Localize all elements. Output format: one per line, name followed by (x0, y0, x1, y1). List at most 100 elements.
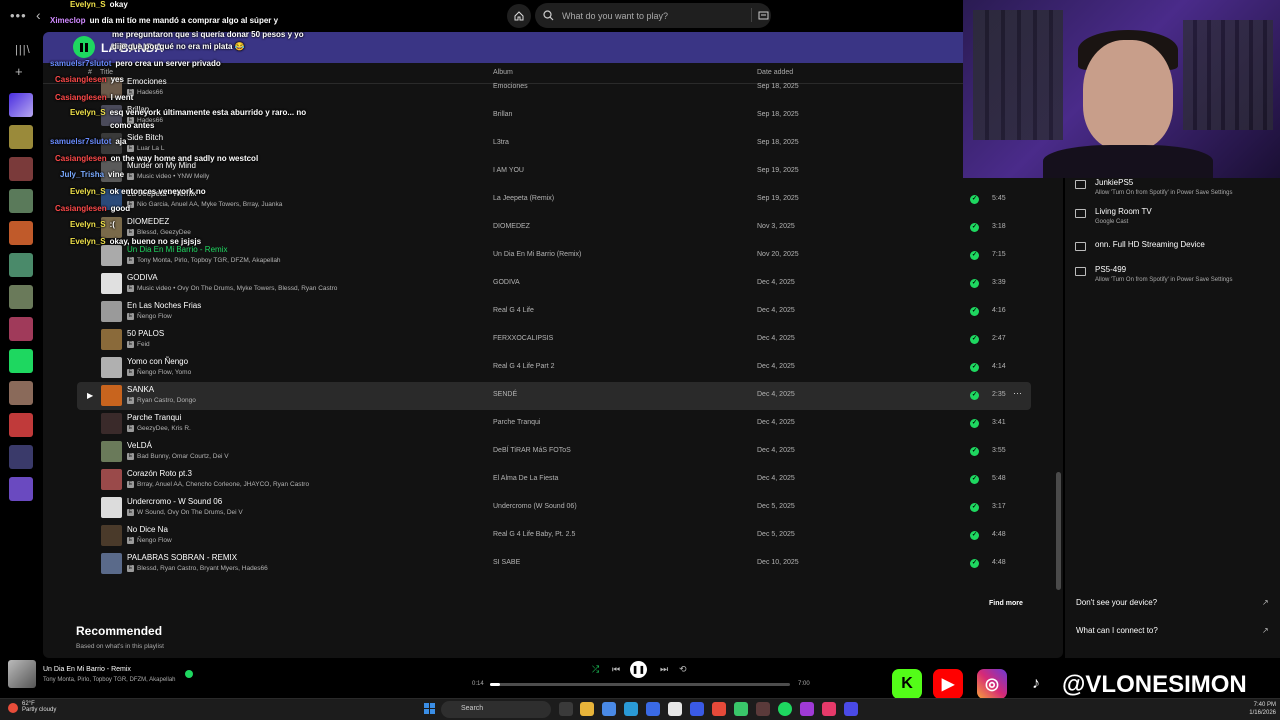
saved-check-icon[interactable]: ✓ (970, 475, 979, 484)
track-artists[interactable]: E Ñengo Flow (127, 537, 172, 544)
track-album[interactable]: Un Dia En Mi Barrio (Remix) (493, 251, 581, 258)
track-row[interactable]: GODIVA E Music video • Ovy On The Drums, M… (77, 270, 1031, 298)
app-icon[interactable] (712, 702, 726, 716)
track-album[interactable]: SENDÉ (493, 391, 517, 398)
library-item-thumb[interactable] (9, 445, 33, 469)
back-arrow-icon[interactable]: ‹ (36, 7, 41, 23)
saved-check-icon[interactable]: ✓ (970, 307, 979, 316)
search-bar[interactable] (535, 3, 771, 28)
track-artists-text[interactable]: Music video • Ovy On The Drums, Myke Tow… (137, 285, 337, 292)
file-explorer-icon[interactable] (580, 702, 594, 716)
library-item-thumb[interactable] (9, 285, 33, 309)
track-album[interactable]: L3tra (493, 139, 509, 146)
saved-check-icon[interactable]: ✓ (970, 391, 979, 400)
track-row[interactable]: Corazón Roto pt.3 E Brray, Anuel AA, Chenc… (77, 466, 1031, 494)
track-album[interactable]: Real G 4 Life Baby, Pt. 2.5 (493, 531, 575, 538)
taskbar-search[interactable]: Search (441, 701, 551, 718)
track-row[interactable]: 50 PALOS E Feid FERXXOCALIPSIS Dec 4, 2025 ✓ 2… (77, 326, 1031, 354)
track-artists-text[interactable]: Tony Monta, Pirlo, Topboy TGR, DFZM, Aka… (137, 257, 281, 264)
edge-icon[interactable] (624, 702, 638, 716)
track-title[interactable]: GODIVA (127, 273, 158, 282)
play-row-icon[interactable]: ▶ (87, 391, 93, 400)
track-album[interactable]: I AM YOU (493, 167, 524, 174)
track-album[interactable]: Real G 4 Life (493, 307, 534, 314)
track-artists[interactable]: E GeezyDee, Kris R. (127, 425, 191, 432)
pause-button[interactable]: ❚❚ (630, 661, 647, 678)
browse-icon[interactable] (751, 8, 769, 22)
search-input[interactable] (562, 10, 732, 21)
track-row[interactable]: ▶ SANKA E Ryan Castro, Dongo SENDÉ Dec 4, 202… (77, 382, 1031, 410)
app-icon[interactable] (756, 702, 770, 716)
track-title[interactable]: SANKA (127, 385, 154, 394)
track-row[interactable]: Yomo con Ñengo E Ñengo Flow, Yomo Real G 4 … (77, 354, 1031, 382)
saved-check-icon[interactable]: ✓ (970, 419, 979, 428)
dont-see-device-link[interactable]: Don't see your device? ↗ (1076, 598, 1269, 607)
track-artists-text[interactable]: Feid (137, 341, 150, 348)
saved-check-icon[interactable]: ✓ (970, 251, 979, 260)
track-row[interactable]: VeLDÁ E Bad Bunny, Omar Courtz, Dei V DeBÍ … (77, 438, 1031, 466)
track-artists-text[interactable]: Bad Bunny, Omar Courtz, Dei V (137, 453, 229, 460)
track-title[interactable]: Undercromo - W Sound 06 (127, 497, 222, 506)
app-icon[interactable] (690, 702, 704, 716)
repeat-icon[interactable]: ⟲ (679, 664, 687, 675)
track-artists[interactable]: EW Sound, Ovy On The Drums, Dei V (127, 509, 243, 516)
taskbar-clock[interactable]: 7:40 PM 1/16/2026 (1236, 701, 1276, 717)
track-artists[interactable]: E Brray, Anuel AA, Chencho Corleone, JHAY… (127, 481, 309, 488)
saved-check-icon[interactable]: ✓ (970, 531, 979, 540)
track-title[interactable]: PALABRAS SOBRAN - REMIX (127, 553, 237, 562)
track-artists-text[interactable]: Ñengo Flow, Yomo (137, 369, 191, 376)
track-artists[interactable]: E Blessd, Ryan Castro, Bryant Myers, Hade… (127, 565, 268, 572)
now-playing-title[interactable]: Un Dia En Mi Barrio - Remix (43, 666, 131, 673)
library-icon[interactable]: |||\ (15, 44, 31, 56)
menu-dots-icon[interactable]: ••• (10, 8, 27, 23)
saved-check-icon[interactable]: ✓ (970, 335, 979, 344)
track-row[interactable]: No Dice Na E Ñengo Flow Real G 4 Life Baby,… (77, 522, 1031, 550)
weather-icon[interactable] (8, 703, 18, 713)
track-album[interactable]: Emociones (493, 83, 528, 90)
weather-widget[interactable]: 62°F Partly cloudy (22, 701, 56, 713)
track-artists[interactable]: E Music video • Ovy On The Drums, Myke To… (127, 285, 337, 292)
track-artists[interactable]: E Ñengo Flow, Yomo (127, 369, 191, 376)
now-playing-art[interactable] (8, 660, 36, 688)
saved-check-icon[interactable]: ✓ (970, 195, 979, 204)
find-more-button[interactable]: Find more (989, 600, 1023, 607)
track-title[interactable]: No Dice Na (127, 525, 168, 534)
previous-icon[interactable]: ⏮ (612, 664, 620, 675)
track-title[interactable]: Yomo con Ñengo (127, 357, 188, 366)
saved-check-icon[interactable]: ✓ (970, 363, 979, 372)
track-artists-text[interactable]: Blessd, Ryan Castro, Bryant Myers, Hades… (137, 565, 268, 572)
track-album[interactable]: La Jeepeta (Remix) (493, 195, 554, 202)
library-item-thumb[interactable] (9, 413, 33, 437)
home-button[interactable] (507, 4, 531, 28)
windows-start-icon[interactable] (424, 703, 436, 715)
track-artists[interactable]: E Bad Bunny, Omar Courtz, Dei V (127, 453, 229, 460)
shuffle-icon[interactable]: ⤮ (592, 664, 599, 675)
track-album[interactable]: SI SABE (493, 559, 520, 566)
track-artists-text[interactable]: Ñengo Flow (137, 537, 172, 544)
spotify-icon[interactable] (778, 702, 792, 716)
liked-songs-thumb[interactable] (9, 93, 33, 117)
app-icon[interactable] (844, 702, 858, 716)
saved-check-icon[interactable]: ✓ (970, 279, 979, 288)
app-icon[interactable] (734, 702, 748, 716)
track-artists-text[interactable]: Ryan Castro, Dongo (137, 397, 196, 404)
track-album[interactable]: Real G 4 Life Part 2 (493, 363, 554, 370)
saved-check-icon[interactable]: ✓ (970, 223, 979, 232)
library-item-thumb[interactable] (9, 253, 33, 277)
library-item-thumb[interactable] (9, 125, 33, 149)
track-artists[interactable]: E Ñengo Flow (127, 313, 172, 320)
saved-check-icon[interactable]: ✓ (970, 447, 979, 456)
saved-check-icon[interactable]: ✓ (970, 503, 979, 512)
library-item-thumb[interactable] (9, 157, 33, 181)
create-playlist-icon[interactable]: + (15, 64, 23, 79)
app-icon[interactable] (668, 702, 682, 716)
library-item-thumb[interactable] (9, 317, 33, 341)
track-artists-text[interactable]: Ñengo Flow (137, 313, 172, 320)
track-artists-text[interactable]: W Sound, Ovy On The Drums, Dei V (137, 509, 243, 516)
track-title[interactable]: Corazón Roto pt.3 (127, 469, 192, 478)
track-title[interactable]: En Las Noches Frias (127, 301, 201, 310)
library-item-thumb[interactable] (9, 189, 33, 213)
what-can-connect-link[interactable]: What can I connect to? ↗ (1076, 626, 1269, 635)
library-item-thumb[interactable] (9, 477, 33, 501)
track-artists[interactable]: E Tony Monta, Pirlo, Topboy TGR, DFZM, Ak… (127, 257, 281, 264)
